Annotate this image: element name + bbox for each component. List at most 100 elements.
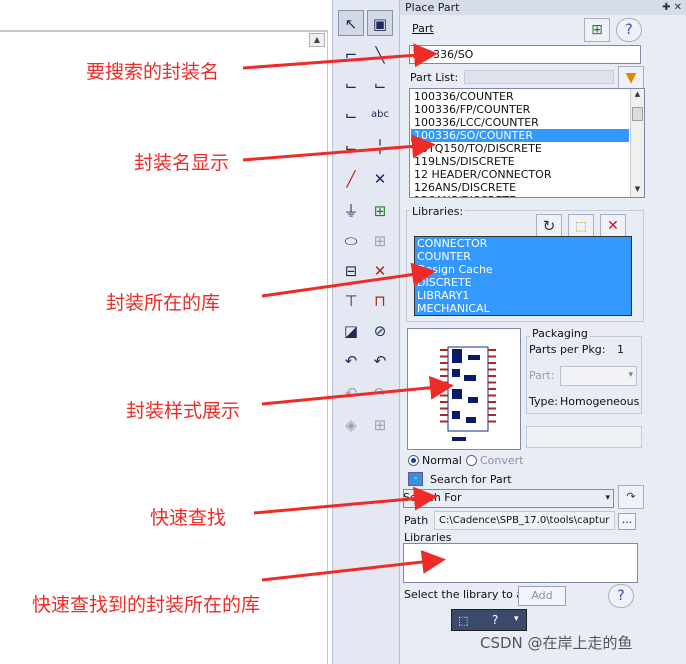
- library-item[interactable]: MECHANICAL: [415, 302, 631, 315]
- help-icon[interactable]: ?: [616, 18, 642, 42]
- part-list-item[interactable]: 100336/SO/COUNTER: [411, 129, 629, 142]
- pin-right: [488, 414, 496, 416]
- rectangle-tool-icon[interactable]: ◪: [338, 318, 364, 344]
- pin-left: [440, 394, 448, 397]
- libraries-label: Libraries:: [410, 205, 466, 218]
- hier-pin-tool-icon[interactable]: ⊞: [367, 228, 393, 254]
- remove-library-icon[interactable]: ✕: [600, 214, 626, 238]
- bus-entry-tool-icon[interactable]: ⌙: [338, 102, 364, 128]
- line-tool-icon[interactable]: ⊤: [338, 288, 364, 314]
- canvas-scroll-arrow-icon[interactable]: ▲: [309, 33, 325, 47]
- polyline-tool-icon[interactable]: ⊓: [367, 288, 393, 314]
- part-label-mark: [452, 437, 466, 441]
- bookmark-tool-icon[interactable]: ⊞: [367, 412, 393, 438]
- library-item[interactable]: CONNECTOR: [415, 237, 631, 250]
- hierarchical-block-icon[interactable]: ⊞: [367, 198, 393, 224]
- library-item[interactable]: COUNTER: [415, 250, 631, 263]
- panel-pin-close-icon[interactable]: ✚ ✕: [662, 0, 682, 15]
- pin-right: [488, 362, 496, 364]
- text-tool-icon[interactable]: ↷: [367, 380, 393, 406]
- search-dropdown-arrow-icon[interactable]: ▾: [605, 493, 610, 503]
- pin-right: [488, 407, 496, 410]
- part-list-item[interactable]: 126ANS/DISCRETE: [411, 181, 629, 194]
- no-connect-x-icon[interactable]: ✕: [367, 258, 393, 284]
- libraries-list[interactable]: CONNECTOR COUNTER Design Cache DISCRETE LIBR…: [414, 236, 632, 316]
- packaging-title: Packaging: [530, 327, 590, 340]
- no-erc-tool-icon[interactable]: ✕: [367, 166, 393, 192]
- elliptical-arc-tool-icon[interactable]: ↶: [367, 348, 393, 374]
- part-list[interactable]: 100336/COUNTER 100336/FP/COUNTER 100336/LC…: [411, 90, 629, 197]
- net-alias-tool-icon[interactable]: abc: [367, 102, 393, 128]
- place-part-tool-icon[interactable]: ▣: [367, 10, 393, 36]
- part-list-item[interactable]: 10TQ150/TO/DISCRETE: [411, 142, 629, 155]
- path-label: Path: [404, 514, 429, 527]
- scroll-thumb[interactable]: [632, 107, 643, 121]
- pin-left: [440, 349, 448, 351]
- gnd-symbol-icon[interactable]: ⏚: [338, 198, 364, 224]
- part-select-dropdown[interactable]: ▾: [560, 366, 637, 386]
- refresh-icon[interactable]: ↻: [536, 214, 562, 238]
- search-binoculars-icon[interactable]: ↷: [618, 485, 644, 509]
- keyboard-icon[interactable]: ⬚: [458, 614, 468, 627]
- library-item[interactable]: Design Cache: [415, 263, 631, 276]
- net-tool-icon[interactable]: ╲: [367, 42, 393, 68]
- select-tool-icon[interactable]: ↖: [338, 10, 364, 36]
- no-connect-tool-icon[interactable]: ╱: [338, 166, 364, 192]
- off-page-connector-icon[interactable]: ⊟: [338, 258, 364, 284]
- part-list-item[interactable]: 100336/LCC/COUNTER: [411, 116, 629, 129]
- docked-toolbar[interactable]: ⬚ ? ▾: [451, 609, 527, 631]
- library-item[interactable]: LIBRARY1: [415, 289, 631, 302]
- ground-tool-icon[interactable]: ╎: [367, 134, 393, 160]
- part-graphic: [468, 355, 480, 360]
- toolbar-dropdown-icon[interactable]: ▾: [514, 614, 519, 624]
- part-list-item[interactable]: 119LNS/DISCRETE: [411, 155, 629, 168]
- bus-tool-icon[interactable]: ⌙: [338, 72, 364, 98]
- part-graphic: [466, 417, 476, 423]
- annotation-name-display: 封装名显示: [134, 153, 230, 174]
- search-for-input[interactable]: ▾: [403, 489, 614, 508]
- help-bottom-icon[interactable]: ?: [608, 584, 634, 608]
- port-tool-icon[interactable]: ⬭: [338, 228, 364, 254]
- part-list-item[interactable]: 100336/COUNTER: [411, 90, 629, 103]
- pin-left: [440, 368, 448, 371]
- ellipse-tool-icon[interactable]: ⊘: [367, 318, 393, 344]
- scroll-up-icon[interactable]: ▲: [631, 90, 644, 98]
- part-list-item[interactable]: 100336/FP/COUNTER: [411, 103, 629, 116]
- scroll-down-icon[interactable]: ▼: [631, 185, 644, 193]
- part-name-input[interactable]: 100336/SO: [409, 45, 641, 64]
- part-list-item[interactable]: 12 HEADER/CONNECTOR: [411, 168, 629, 181]
- library-item[interactable]: DISCRETE: [415, 276, 631, 289]
- part-graphic: [464, 375, 476, 381]
- panel-title: Place Part: [400, 0, 686, 15]
- power-tool-icon[interactable]: ⌙: [338, 134, 364, 160]
- normal-radio[interactable]: [408, 455, 419, 466]
- arc-tool-icon[interactable]: ↶: [338, 348, 364, 374]
- pin-right: [488, 401, 496, 403]
- convert-label: Convert: [480, 454, 524, 467]
- pin-right: [488, 349, 496, 351]
- wire-tool-icon[interactable]: ⌐: [338, 42, 364, 68]
- add-library-icon[interactable]: ⊞: [584, 18, 610, 42]
- browse-path-button[interactable]: ...: [618, 513, 636, 530]
- junction-tool-icon[interactable]: ⌙: [367, 72, 393, 98]
- path-field[interactable]: C:\Cadence\SPB_17.0\tools\captur: [434, 511, 615, 530]
- part-select-arrow-icon[interactable]: ▾: [628, 370, 633, 380]
- marker-tool-icon[interactable]: ◈: [338, 412, 364, 438]
- annotation-search-name: 要搜索的封装名: [86, 62, 220, 83]
- part-list-item[interactable]: 126ANS/DISCRETE: [411, 194, 629, 197]
- part-list-filter-bar: [464, 70, 614, 84]
- search-libraries-result[interactable]: [403, 543, 638, 583]
- watermark: CSDN @在岸上走的鱼: [480, 634, 633, 652]
- part-list-scrollbar[interactable]: ▲ ▼: [630, 89, 644, 197]
- part-name-value: 100336/SO: [412, 48, 474, 61]
- add-library-button[interactable]: Add: [518, 586, 566, 606]
- new-library-icon[interactable]: ⬚: [568, 214, 594, 238]
- toolbar-help-icon[interactable]: ?: [492, 613, 498, 627]
- filter-icon[interactable]: ▼: [618, 66, 644, 90]
- convert-radio[interactable]: [466, 455, 477, 466]
- part-list-box[interactable]: 100336/COUNTER 100336/FP/COUNTER 100336/LC…: [409, 88, 645, 198]
- part-graphic: [452, 369, 460, 377]
- path-value: C:\Cadence\SPB_17.0\tools\captur: [439, 515, 610, 526]
- search-collapse-button[interactable]: -: [408, 472, 423, 486]
- bezier-tool-icon[interactable]: ↶: [338, 380, 364, 406]
